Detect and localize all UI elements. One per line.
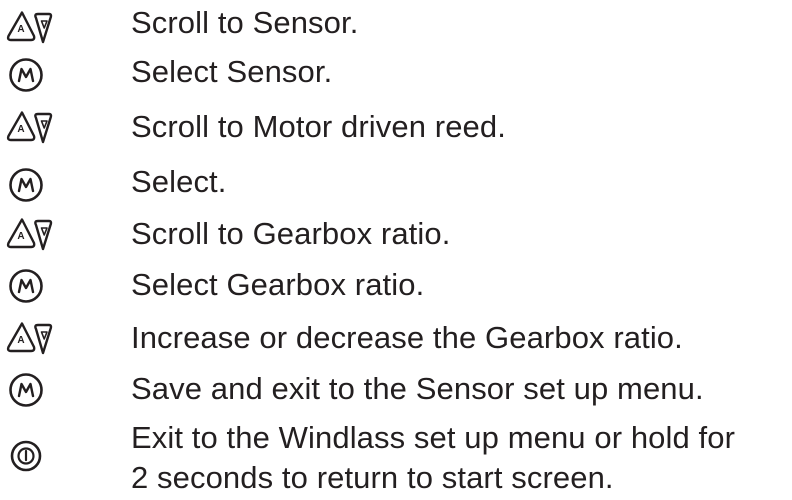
up-down-arrows-icon: A	[6, 321, 53, 357]
step-line: Scroll to Gearbox ratio.	[131, 216, 451, 251]
step-text: Save and exit to the Sensor set up menu.	[131, 369, 704, 409]
step-line: Select.	[131, 164, 227, 199]
step-line: 2 seconds to return to start screen.	[131, 460, 614, 495]
menu-m-button-icon	[8, 57, 44, 93]
step-line: Scroll to Sensor.	[131, 5, 359, 40]
step-text: Scroll to Sensor.	[131, 3, 358, 43]
menu-m-button-icon	[8, 268, 44, 304]
power-button-icon	[10, 440, 42, 472]
step-text: Scroll to Gearbox ratio.	[131, 214, 450, 254]
svg-text:A: A	[17, 24, 24, 35]
step-text: Exit to the Windlass set up menu or hold…	[131, 418, 735, 498]
step-line: Scroll to Motor driven reed.	[131, 109, 506, 144]
svg-text:A: A	[17, 124, 24, 135]
svg-text:A: A	[17, 231, 24, 242]
step-text: Select.	[131, 162, 226, 202]
step-line: Select Gearbox ratio.	[131, 267, 425, 302]
up-down-arrows-icon: A	[6, 10, 53, 46]
step-line: Exit to the Windlass set up menu or hold…	[131, 420, 736, 455]
step-line: Select Sensor.	[131, 54, 333, 89]
step-text: Scroll to Motor driven reed.	[131, 107, 506, 147]
up-down-arrows-icon: A	[6, 110, 53, 146]
menu-m-button-icon	[8, 167, 44, 203]
up-down-arrows-icon: A	[6, 217, 53, 253]
svg-text:A: A	[17, 335, 24, 346]
step-text: Select Sensor.	[131, 52, 332, 92]
step-line: Increase or decrease the Gearbox ratio.	[131, 320, 683, 355]
step-line: Save and exit to the Sensor set up menu.	[131, 371, 704, 406]
menu-m-button-icon	[8, 372, 44, 408]
step-text: Increase or decrease the Gearbox ratio.	[131, 318, 683, 358]
step-text: Select Gearbox ratio.	[131, 265, 424, 305]
